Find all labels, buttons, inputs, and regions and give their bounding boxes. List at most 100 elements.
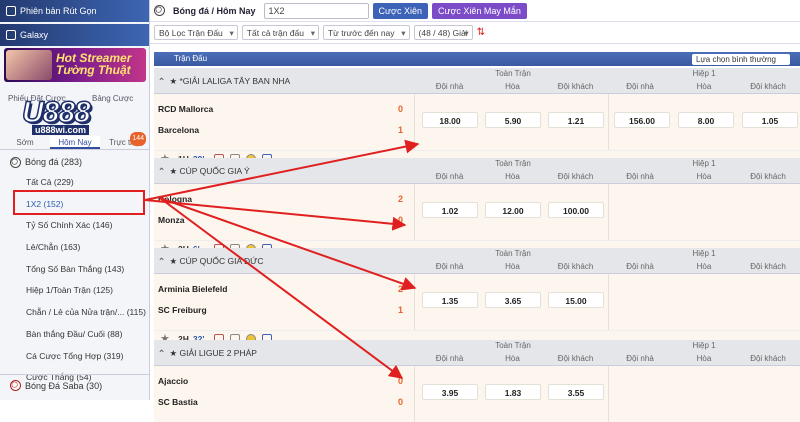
col-draw: Hòa — [696, 262, 712, 271]
half-odds-button[interactable]: 156.00 — [614, 112, 670, 128]
odds-button[interactable]: 100.00 — [548, 202, 604, 218]
league-name: ⌃ ★ GIẢI LIGUE 2 PHÁP — [158, 348, 257, 358]
parlay-button[interactable]: Cược Xiên — [372, 2, 428, 19]
collapse-icon[interactable]: ⌃ — [158, 256, 165, 266]
time-range-select[interactable]: Từ trước đến nay — [322, 25, 410, 40]
mobile-icon — [6, 6, 16, 16]
menu-label: Tất Cả — [26, 177, 52, 187]
col-draw: Hòa — [505, 354, 520, 363]
col-away: Đội khách — [750, 82, 786, 91]
odds-button[interactable]: 5.90 — [485, 112, 541, 128]
odds-button[interactable]: 1.35 — [422, 292, 478, 308]
collapse-icon[interactable]: ⌃ — [158, 348, 165, 358]
league-header: ⌃ ★ CÚP QUỐC GIA Ý Toàn Trận Đội nhà Hòa… — [154, 158, 800, 184]
menu-item-half-odd-even[interactable]: Chẵn / Lẻ của Nửa trận/... (115) — [0, 302, 150, 324]
half-odds-button[interactable]: 1.05 — [742, 112, 798, 128]
sport-label: Bóng đá — [25, 157, 59, 167]
hot-streamer-banner[interactable]: Hot Streamer Tường Thuật — [4, 48, 146, 82]
banner-text: Hot Streamer Tường Thuật — [56, 51, 132, 77]
all-matches-select[interactable]: Tất cả trận đấu — [241, 25, 319, 40]
match-row: Ajaccio SC Bastia 0 0 3.95 1.83 3.55 — [154, 366, 800, 422]
menu-item-total-goals[interactable]: Tổng Số Bàn Thắng (143) — [0, 259, 150, 281]
odds-button[interactable]: 15.00 — [548, 292, 604, 308]
half-time-group: Hiệp 1 Đội nhà Hòa Đội khách — [608, 248, 800, 274]
col-away: Đội khách — [750, 354, 786, 363]
league-header: ⌃ ★ CÚP QUỐC GIA ĐỨC Toàn Trận Đội nhà H… — [154, 248, 800, 274]
league-header: ⌃ ★ GIẢI LIGUE 2 PHÁP Toàn Trận Đội nhà … — [154, 340, 800, 366]
odds-button[interactable]: 3.55 — [548, 384, 604, 400]
divider — [608, 94, 609, 150]
full-time-group: Toàn Trận Đội nhà Hòa Đội khách — [418, 248, 608, 274]
group-title: Hiệp 1 — [692, 341, 716, 350]
col-draw: Hòa — [696, 172, 712, 181]
tab-early[interactable]: Sớm — [0, 136, 50, 149]
divider — [414, 184, 415, 240]
menu-item-half-full[interactable]: Hiệp 1/Toàn Trận (125) — [0, 280, 150, 302]
col-home: Đội nhà — [626, 354, 654, 363]
sport-football[interactable]: Bóng đá (283) — [0, 152, 150, 172]
col-home: Đội nhà — [435, 172, 464, 181]
menu-item-mix-parlay[interactable]: Cá Cược Tổng Hợp (319) — [0, 346, 150, 368]
menu-label: Hiệp 1/Toàn Trận — [26, 285, 91, 296]
compact-version-link[interactable]: Phiên bản Rút Gọn — [0, 0, 149, 22]
menu-label: Cá Cược Tổng Hợp — [26, 350, 102, 361]
league-count[interactable]: (48 / 48) Giải — [413, 25, 473, 40]
collapse-icon[interactable]: ⌃ — [158, 166, 165, 176]
top-bar: Bóng đá / Hôm Nay 1X2 Cược Xiên Cược Xiê… — [150, 0, 800, 22]
menu-item-odd-even[interactable]: Lẻ/Chẵn (163) — [0, 237, 150, 259]
menu-label: Tỷ Số Chính Xác — [26, 220, 91, 231]
odds-button[interactable]: 1.02 — [422, 202, 478, 218]
galaxy-link[interactable]: Galaxy — [0, 24, 149, 46]
league-name: ⌃ ★ CÚP QUỐC GIA ĐỨC — [158, 256, 264, 266]
lucky-parlay-button[interactable]: Cược Xiên May Mắn — [431, 2, 527, 19]
league-title: CÚP QUỐC GIA Ý — [179, 166, 250, 176]
group-title: Toàn Trận — [495, 69, 531, 78]
col-draw: Hòa — [505, 172, 520, 181]
odds-button[interactable]: 1.83 — [485, 384, 541, 400]
sport-saba[interactable]: Bóng Đá Saba (30) — [0, 374, 150, 396]
menu-count: (163) — [60, 242, 81, 253]
col-home: Đội nhà — [626, 82, 654, 91]
sort-select[interactable]: Lựa chọn bình thường — [691, 53, 790, 65]
menu-item-first-last-goal[interactable]: Bàn thắng Đầu/ Cuối (88) — [0, 324, 150, 346]
col-away: Đội khách — [557, 172, 594, 181]
col-away: Đội khách — [750, 262, 786, 271]
odds-button[interactable]: 12.00 — [485, 202, 541, 218]
collapse-icon[interactable]: ⌃ — [158, 76, 165, 86]
menu-label: Bàn thắng Đầu/ Cuối — [26, 328, 105, 339]
tab-today[interactable]: Hôm Nay — [50, 136, 100, 149]
col-draw: Hòa — [505, 262, 520, 271]
half-odds-button[interactable]: 8.00 — [678, 112, 734, 128]
soccer-ball-icon — [154, 5, 165, 16]
col-draw: Hòa — [505, 82, 520, 91]
logo-url: u888wi.com — [32, 125, 90, 135]
soccer-ball-icon — [10, 156, 21, 168]
match-row: Bologna Monza 2 0 1.02 12.00 100.00 — [154, 184, 800, 240]
odds-button[interactable]: 3.95 — [422, 384, 478, 400]
col-away: Đội khách — [750, 172, 786, 181]
market-select[interactable]: 1X2 — [263, 2, 369, 19]
menu-item-correct-score[interactable]: Tỷ Số Chính Xác (146) — [0, 215, 150, 237]
sport2-label: Bóng Đá Saba — [25, 380, 84, 391]
league-title: GIẢI LIGUE 2 PHÁP — [179, 348, 257, 358]
league-header: ⌃ ★ *GIẢI LALIGA TÂY BAN NHA Toàn Trận Đ… — [154, 68, 800, 94]
sport-count: (283) — [61, 157, 83, 167]
odds-button[interactable]: 1.21 — [548, 112, 604, 128]
filter-bar: Bộ Lọc Trận Đấu Tất cả trận đấu Từ trước… — [150, 22, 800, 44]
away-score: 0 — [398, 397, 404, 407]
live-count-badge: 144 — [130, 132, 146, 146]
col-home: Đội nhà — [435, 354, 464, 363]
odds-button[interactable]: 18.00 — [422, 112, 478, 128]
tab-live[interactable]: Trực tiếp 144 — [100, 132, 150, 149]
sidebar: Phiên bản Rút Gọn Galaxy Hot Streamer Tư… — [0, 0, 150, 400]
match-filter-select[interactable]: Bộ Lọc Trận Đấu — [154, 25, 238, 40]
main-panel: Bóng đá / Hôm Nay 1X2 Cược Xiên Cược Xiê… — [150, 0, 800, 422]
odds-button[interactable]: 3.65 — [485, 292, 541, 308]
sort-icon[interactable]: ⇅ — [477, 27, 485, 38]
menu-label: Tổng Số Bàn Thắng — [26, 263, 102, 274]
group-title: Toàn Trận — [495, 159, 531, 168]
home-team: Ajaccio — [158, 376, 189, 386]
menu-label: Chẵn / Lẻ của Nửa trận/... — [26, 307, 125, 318]
league-title: *GIẢI LALIGA TÂY BAN NHA — [179, 76, 291, 86]
league-name: ⌃ ★ *GIẢI LALIGA TÂY BAN NHA — [158, 76, 291, 86]
